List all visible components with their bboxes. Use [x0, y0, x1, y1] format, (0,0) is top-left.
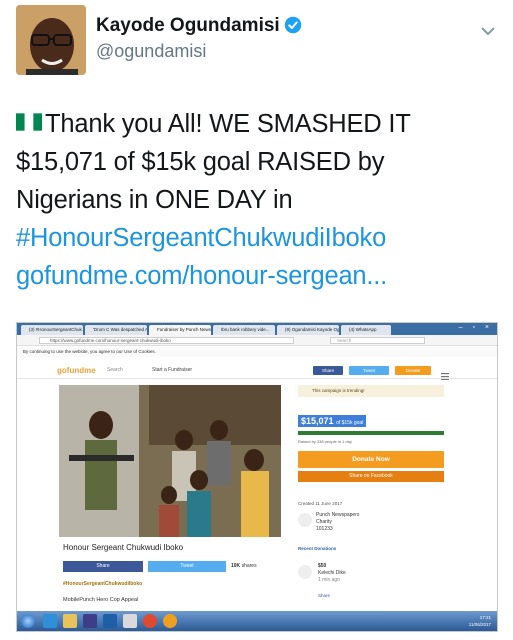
browser-tab[interactable]: (9) Ogundamisi Kayode Ogundi... [277, 325, 339, 335]
organizer-info: Punch Newspapers Charity 101233 [316, 512, 359, 533]
avatar[interactable] [16, 5, 86, 75]
organizer-name[interactable]: Punch Newspapers [316, 512, 359, 519]
header-tweet-button[interactable]: Tweet [349, 366, 389, 375]
address-bar: https://www.gofundme.com/honour-sergeant… [17, 335, 497, 346]
clock-time: 17:21 [479, 615, 491, 620]
hashtag-link[interactable]: #HonourSergeantChukwudiIboko [16, 219, 496, 257]
gofundme-header: gofundme Search Start a Fundraiser Share… [17, 361, 497, 381]
donation-share-link[interactable]: Share [318, 593, 330, 598]
app-icon[interactable] [123, 614, 137, 628]
gofundme-link[interactable]: gofundme.com/honour-sergean... [16, 257, 496, 295]
tweet-line-1-text: Thank you All! WE SMASHED IT [45, 110, 411, 138]
hamburger-menu-icon[interactable] [441, 367, 449, 381]
nigeria-flag-icon [16, 104, 42, 131]
tweet-header: Kayode Ogundamisi @ogundamisi [16, 5, 498, 80]
folder-icon[interactable] [63, 614, 77, 628]
verified-icon [284, 16, 302, 40]
tweet-text: Thank you All! WE SMASHED IT $15,071 of … [16, 104, 496, 295]
organizer-location: 101233 [316, 526, 333, 532]
browser-tab[interactable]: (4) WhatsApp [341, 325, 391, 335]
media-player-icon[interactable] [83, 614, 97, 628]
facebook-share-button[interactable]: Share [63, 561, 143, 572]
gofundme-logo[interactable]: gofundme [57, 366, 96, 375]
author-name-text: Kayode Ogundamisi [96, 15, 280, 36]
tweet-line-2: $15,071 of $15k goal RAISED by [16, 148, 385, 176]
trending-banner: This campaign is trending! [298, 385, 444, 397]
share-count: 10K shares [231, 563, 257, 569]
windows-taskbar: 17:21 11/06/2017 [17, 611, 497, 631]
progress-fill [298, 431, 444, 435]
browser-tab[interactable]: Ibru bank robbery vide... [213, 325, 275, 335]
created-date: Created 11 June 2017 [298, 501, 343, 506]
browser-search-input[interactable]: Search [330, 337, 425, 344]
author-name[interactable]: Kayode Ogundamisi [96, 15, 302, 40]
donation-item: $50 Kelechi Dike 1 min ago [318, 563, 346, 584]
firefox-icon[interactable] [163, 614, 177, 628]
share-count-value: 10K [231, 563, 241, 569]
donation-time: 1 min ago [318, 577, 340, 583]
gofundme-search[interactable]: Search [107, 367, 123, 373]
tweet-line-1: Thank you All! WE SMASHED IT [16, 104, 496, 143]
campaign-appeal: MobilePunch Hero Cop Appeal [63, 597, 139, 603]
chevron-down-icon[interactable] [478, 21, 498, 41]
raised-by: Raised by 338 people in 1 day [298, 439, 352, 444]
window-controls[interactable]: – ▫ × [459, 324, 493, 331]
start-button-icon[interactable] [21, 614, 35, 628]
raised-value: $15,071 [301, 416, 334, 426]
cookie-notice: By continuing to use the website, you ag… [17, 347, 497, 357]
campaign-photo [59, 385, 281, 537]
header-share-button[interactable]: Share [313, 366, 343, 375]
taskbar-clock[interactable]: 17:21 11/06/2017 [469, 614, 491, 628]
ie-icon[interactable] [43, 614, 57, 628]
browser-tab[interactable]: (3) #HonourSergeantChuk... [21, 325, 83, 335]
browser-tab-bar: (3) #HonourSergeantChuk... 'Drum C Was d… [17, 323, 497, 335]
organizer-avatar [298, 513, 312, 527]
campaign-hashtag[interactable]: #HonourSergeantChukwudiIboko [63, 581, 142, 587]
chrome-icon[interactable] [143, 614, 157, 628]
share-on-facebook-button[interactable]: Share on Facebook [298, 471, 444, 482]
donor-avatar [298, 565, 312, 579]
twitter-tweet-button[interactable]: Tweet [148, 561, 226, 572]
browser-tab[interactable]: 'Drum C Was despatched A... [85, 325, 147, 335]
browser-tab[interactable]: Fundraiser by Punch News... [149, 325, 211, 335]
header-donate-button[interactable]: Donate [395, 366, 431, 375]
raised-goal: of $15k goal [336, 420, 364, 426]
tweet-line-3: Nigerians in ONE DAY in [16, 186, 293, 214]
author-handle[interactable]: @ogundamisi [96, 41, 206, 62]
share-count-label: shares [241, 563, 257, 569]
campaign-title: Honour Sergeant Chukwudi Iboko [63, 543, 184, 552]
donation-amount: $50 [318, 563, 327, 569]
url-input[interactable]: https://www.gofundme.com/honour-sergeant… [39, 337, 294, 344]
progress-bar [298, 431, 444, 435]
clock-date: 11/06/2017 [468, 622, 491, 627]
embedded-screenshot[interactable]: (3) #HonourSergeantChuk... 'Drum C Was d… [16, 322, 498, 632]
donate-now-button[interactable]: Donate Now [298, 451, 444, 468]
recent-donations-toggle[interactable]: Recent Donations [298, 546, 336, 551]
donor-name: Kelechi Dike [318, 570, 346, 576]
raised-amount: $15,071 of $15k goal [298, 415, 367, 427]
word-icon[interactable] [103, 614, 117, 628]
organizer-type: Charity [316, 519, 332, 525]
start-fundraiser-link[interactable]: Start a Fundraiser [152, 367, 192, 373]
